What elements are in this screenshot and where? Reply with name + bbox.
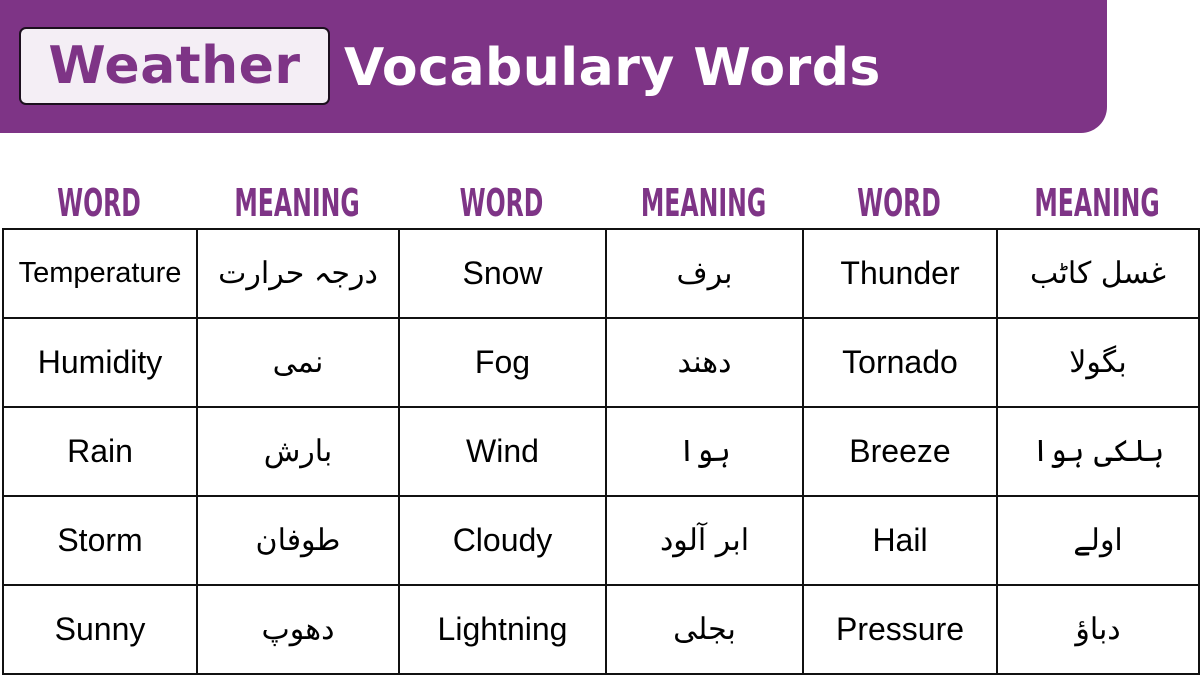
meaning-cell: نمی [196, 317, 400, 408]
word-cell: Humidity [2, 317, 198, 408]
meaning-cell: بجلی [605, 584, 804, 675]
word-cell: Lightning [398, 584, 607, 675]
word-cell: Breeze [802, 406, 998, 497]
word-cell: Tornado [802, 317, 998, 408]
meaning-cell: دھوپ [196, 584, 400, 675]
table-row: Temperature درجہ حرارت Snow برف Thunder … [2, 228, 1200, 319]
column-header-meaning: MEANING [640, 181, 767, 225]
table-row: Storm طوفان Cloudy ابر آلود Hail اولے [2, 495, 1200, 586]
meaning-cell: درجہ حرارت [196, 228, 400, 319]
title-highlight-box: Weather [19, 27, 330, 105]
word-cell: Thunder [802, 228, 998, 319]
word-cell: Cloudy [398, 495, 607, 586]
table-row: Rain بارش Wind ہوا Breeze ہلکی ہوا [2, 406, 1200, 497]
word-cell: Sunny [2, 584, 198, 675]
word-cell: Hail [802, 495, 998, 586]
meaning-cell: دھند [605, 317, 804, 408]
meaning-cell: ہلکی ہوا [996, 406, 1200, 497]
title-banner: Weather Vocabulary Words [0, 0, 1107, 133]
table-row: Sunny دھوپ Lightning بجلی Pressure دباؤ [2, 584, 1200, 675]
meaning-cell: ابر آلود [605, 495, 804, 586]
word-cell: Pressure [802, 584, 998, 675]
meaning-cell: ہوا [605, 406, 804, 497]
column-header-word: WORD [57, 181, 141, 225]
word-cell: Fog [398, 317, 607, 408]
meaning-cell: طوفان [196, 495, 400, 586]
meaning-cell: غسل کاٹب [996, 228, 1200, 319]
meaning-cell: اولے [996, 495, 1200, 586]
column-header-word: WORD [459, 181, 544, 225]
word-cell: Storm [2, 495, 198, 586]
vocabulary-table: Temperature درجہ حرارت Snow برف Thunder … [2, 228, 1200, 675]
column-headers: WORD MEANING WORD MEANING WORD MEANING [0, 178, 1200, 228]
meaning-cell: برف [605, 228, 804, 319]
page-title: Vocabulary Words [344, 38, 881, 98]
meaning-cell: دباؤ [996, 584, 1200, 675]
column-header-word: WORD [857, 181, 941, 225]
table-row: Humidity نمی Fog دھند Tornado بگولا [2, 317, 1200, 408]
word-cell: Temperature [2, 228, 198, 319]
meaning-cell: بارش [196, 406, 400, 497]
word-cell: Snow [398, 228, 607, 319]
column-header-meaning: MEANING [1034, 181, 1160, 225]
word-cell: Rain [2, 406, 198, 497]
meaning-cell: بگولا [996, 317, 1200, 408]
title-highlight: Weather [48, 36, 301, 96]
word-cell: Wind [398, 406, 607, 497]
column-header-meaning: MEANING [234, 181, 360, 225]
